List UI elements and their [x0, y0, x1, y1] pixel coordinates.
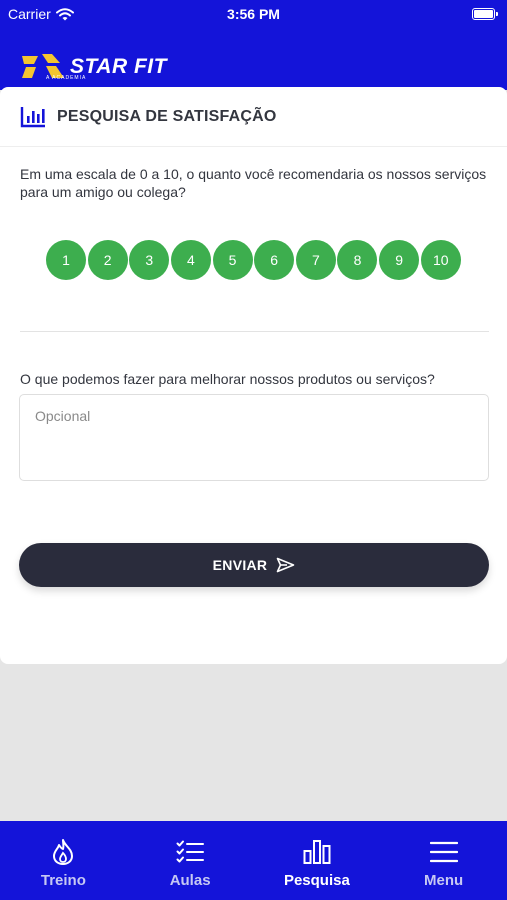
- tab-menu-label: Menu: [424, 872, 464, 889]
- app-logo: STAR FIT A ACADEMIA: [20, 52, 167, 81]
- bar-chart-icon: [303, 840, 331, 864]
- rating-button-10[interactable]: 10: [420, 240, 461, 280]
- logo-text: STAR FIT: [70, 54, 167, 78]
- rating-button-4[interactable]: 4: [170, 240, 211, 280]
- rating-scale: 1 2 3 4 5 6 7 8 9 10: [46, 240, 462, 280]
- rating-button-2[interactable]: 2: [87, 240, 128, 280]
- send-icon: [277, 557, 295, 573]
- improvement-question: O que podemos fazer para melhorar nossos…: [20, 371, 435, 387]
- bottom-tab-bar: Treino Aulas Pesquisa Menu: [0, 821, 507, 900]
- status-bar: Carrier 3:56 PM: [0, 0, 507, 30]
- bar-chart-icon: [20, 106, 45, 127]
- rating-button-9[interactable]: 9: [379, 240, 420, 280]
- flame-icon: [53, 839, 74, 865]
- feedback-textarea[interactable]: Opcional: [19, 394, 489, 481]
- survey-title: PESQUISA DE SATISFAÇÃO: [57, 107, 277, 125]
- rating-button-8[interactable]: 8: [337, 240, 378, 280]
- checklist-icon: [176, 840, 205, 863]
- divider: [20, 331, 489, 332]
- rating-button-7[interactable]: 7: [295, 240, 336, 280]
- rating-button-6[interactable]: 6: [254, 240, 295, 280]
- send-button-label: ENVIAR: [212, 557, 268, 573]
- hamburger-menu-icon: [429, 841, 458, 863]
- tab-aulas[interactable]: Aulas: [127, 821, 254, 900]
- rating-button-1[interactable]: 1: [46, 240, 86, 280]
- survey-card: PESQUISA DE SATISFAÇÃO Em uma escala de …: [0, 87, 507, 664]
- survey-header: PESQUISA DE SATISFAÇÃO: [0, 87, 507, 147]
- tab-pesquisa[interactable]: Pesquisa: [254, 821, 381, 900]
- rating-button-5[interactable]: 5: [212, 240, 253, 280]
- tab-menu[interactable]: Menu: [380, 821, 507, 900]
- tab-treino[interactable]: Treino: [0, 821, 127, 900]
- recommendation-question: Em uma escala de 0 a 10, o quanto você r…: [20, 166, 487, 200]
- send-button[interactable]: ENVIAR: [19, 543, 489, 587]
- battery-icon: [472, 8, 498, 20]
- tab-treino-label: Treino: [40, 872, 86, 889]
- app-header: STAR FIT A ACADEMIA: [0, 30, 507, 90]
- logo-subtitle: A ACADEMIA: [46, 75, 87, 81]
- rating-button-3[interactable]: 3: [129, 240, 170, 280]
- status-time: 3:56 PM: [227, 6, 280, 22]
- tab-aulas-label: Aulas: [169, 872, 211, 889]
- tab-pesquisa-label: Pesquisa: [283, 872, 350, 889]
